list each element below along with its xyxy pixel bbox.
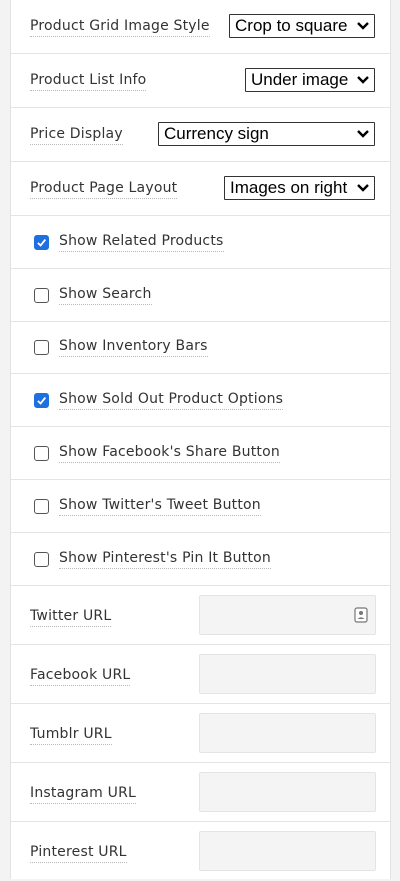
check-icon	[37, 238, 47, 247]
show-pinterest-pin-checkbox[interactable]	[34, 551, 49, 567]
setting-row-product-page-layout: Product Page Layout Images on right	[11, 162, 390, 216]
price-display-value: Currency sign	[164, 124, 269, 143]
setting-row-show-twitter-tweet[interactable]: Show Twitter's Tweet Button	[11, 480, 390, 533]
setting-row-show-pinterest-pin[interactable]: Show Pinterest's Pin It Button	[11, 533, 390, 586]
setting-row-show-related-products[interactable]: Show Related Products	[11, 216, 390, 269]
setting-row-instagram-url: Instagram URL	[11, 763, 390, 822]
setting-row-pinterest-url: Pinterest URL	[11, 822, 390, 881]
tumblr-url-input[interactable]	[199, 713, 376, 753]
chevron-down-icon	[357, 22, 369, 30]
pinterest-url-input[interactable]	[199, 831, 376, 871]
show-related-products-label: Show Related Products	[59, 233, 224, 252]
setting-row-price-display: Price Display Currency sign	[11, 108, 390, 162]
settings-panel: Product Grid Image Style Crop to square …	[10, 0, 391, 879]
instagram-url-input[interactable]	[199, 772, 376, 812]
price-display-select[interactable]: Currency sign	[158, 122, 375, 146]
setting-row-show-sold-out-options[interactable]: Show Sold Out Product Options	[11, 374, 390, 427]
product-list-info-select[interactable]: Under image	[245, 68, 375, 92]
show-related-products-checkbox[interactable]	[34, 234, 49, 250]
show-inventory-bars-checkbox[interactable]	[34, 340, 49, 355]
twitter-url-input[interactable]	[199, 595, 376, 635]
show-twitter-tweet-label: Show Twitter's Tweet Button	[59, 497, 261, 516]
setting-row-twitter-url: Twitter URL	[11, 586, 390, 645]
price-display-label: Price Display	[30, 126, 123, 145]
grid-image-style-label: Product Grid Image Style	[30, 18, 210, 37]
show-facebook-share-checkbox[interactable]	[34, 445, 49, 461]
product-list-info-label: Product List Info	[30, 72, 147, 91]
show-pinterest-pin-label: Show Pinterest's Pin It Button	[59, 550, 271, 569]
setting-row-grid-image-style: Product Grid Image Style Crop to square	[11, 0, 390, 54]
setting-row-product-list-info: Product List Info Under image	[11, 54, 390, 108]
contact-card-icon[interactable]	[354, 607, 368, 623]
setting-row-tumblr-url: Tumblr URL	[11, 704, 390, 763]
check-icon	[37, 396, 47, 405]
show-twitter-tweet-checkbox[interactable]	[34, 498, 49, 514]
grid-image-style-value: Crop to square	[235, 16, 348, 35]
facebook-url-input[interactable]	[199, 654, 376, 694]
facebook-url-label: Facebook URL	[30, 667, 131, 686]
product-list-info-value: Under image	[251, 70, 349, 89]
chevron-down-icon	[357, 76, 369, 84]
twitter-url-label: Twitter URL	[30, 608, 112, 627]
setting-row-show-facebook-share[interactable]: Show Facebook's Share Button	[11, 427, 390, 480]
pinterest-url-label: Pinterest URL	[30, 844, 127, 863]
show-search-label: Show Search	[59, 286, 152, 305]
setting-row-facebook-url: Facebook URL	[11, 645, 390, 704]
product-page-layout-select[interactable]: Images on right	[224, 176, 375, 200]
show-sold-out-options-label: Show Sold Out Product Options	[59, 391, 284, 410]
show-sold-out-options-checkbox[interactable]	[34, 392, 49, 408]
grid-image-style-select[interactable]: Crop to square	[229, 14, 375, 38]
setting-row-show-search[interactable]: Show Search	[11, 269, 390, 322]
product-page-layout-label: Product Page Layout	[30, 180, 178, 199]
product-page-layout-value: Images on right	[230, 178, 348, 197]
tumblr-url-label: Tumblr URL	[30, 726, 112, 745]
chevron-down-icon	[357, 184, 369, 192]
instagram-url-label: Instagram URL	[30, 785, 137, 804]
setting-row-show-inventory-bars[interactable]: Show Inventory Bars	[11, 322, 390, 374]
chevron-down-icon	[357, 130, 369, 138]
show-inventory-bars-label: Show Inventory Bars	[59, 338, 208, 357]
show-search-checkbox[interactable]	[34, 287, 49, 303]
show-facebook-share-label: Show Facebook's Share Button	[59, 444, 280, 463]
